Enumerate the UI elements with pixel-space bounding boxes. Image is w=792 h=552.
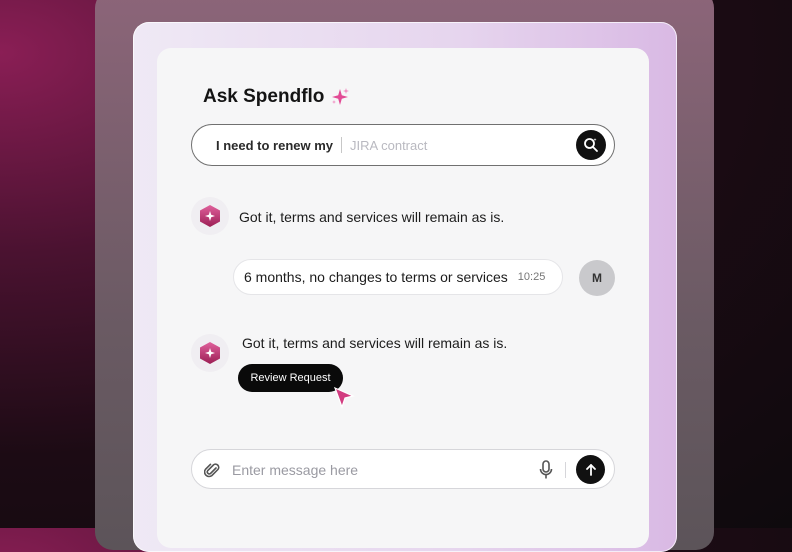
bot-avatar [191, 197, 229, 235]
sparkle-icon [332, 88, 350, 105]
title-text: Ask Spendflo [203, 86, 325, 107]
search-input[interactable]: JIRA contract [350, 138, 427, 153]
message-input[interactable] [230, 458, 524, 482]
search-divider [341, 137, 343, 153]
search-button[interactable] [576, 130, 606, 160]
user-message-text: 6 months, no changes to terms or service… [244, 269, 508, 285]
bot-logo-icon [200, 342, 220, 364]
review-request-button[interactable]: Review Request [238, 364, 343, 392]
composer-divider [565, 462, 566, 478]
bot-message-text: Got it, terms and services will remain a… [239, 209, 505, 225]
cursor-icon [333, 386, 355, 409]
page-title: Ask Spendflo [203, 86, 350, 108]
bot-logo-icon [200, 205, 220, 227]
paperclip-icon[interactable] [204, 461, 220, 479]
arrow-up-icon [585, 463, 596, 476]
message-composer [191, 449, 615, 489]
user-message-bubble: 6 months, no changes to terms or service… [233, 259, 563, 295]
search-bar[interactable]: I need to renew my JIRA contract [191, 124, 615, 166]
bot-avatar [191, 334, 229, 372]
user-avatar: M [579, 260, 615, 296]
microphone-icon[interactable] [538, 460, 554, 480]
message-timestamp: 10:25 [517, 271, 546, 283]
search-prefix-text: I need to renew my [216, 137, 334, 153]
send-button[interactable] [576, 455, 605, 484]
search-icon [584, 138, 598, 152]
bot-message-text: Got it, terms and services will remain a… [242, 335, 508, 351]
